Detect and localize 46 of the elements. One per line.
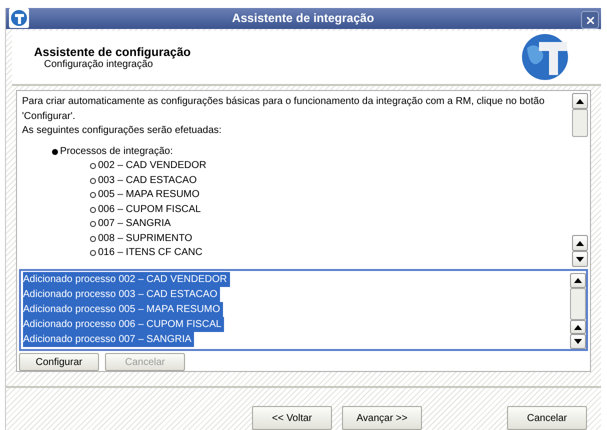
panel-button[interactable]: Configurar [19, 353, 99, 371]
process-item: 006 – CUPOM FISCAL [98, 202, 201, 216]
window-title: Assistente de integração [230, 11, 376, 26]
process-item: 008 – SUPRIMENTO [98, 232, 192, 246]
process-item: 002 – CAD VENDEDOR [98, 159, 206, 173]
nav-button[interactable]: << Voltar [252, 406, 332, 430]
circle-bullet-icon [90, 206, 96, 213]
scroll-up-icon [576, 98, 584, 104]
close-button[interactable] [581, 11, 599, 29]
circle-bullet-icon [90, 178, 96, 184]
circle-bullet-icon [90, 236, 96, 242]
scroll-down-icon [574, 339, 582, 344]
process-item: 003 – CAD ESTACAO [98, 174, 197, 188]
scroll-up-button[interactable] [570, 273, 586, 288]
process-item: 007 – SANGRIA [98, 217, 171, 231]
process-item: 005 – MAPA RESUMO [98, 188, 200, 202]
app-logo-icon [9, 8, 29, 28]
bullet-icon [52, 148, 58, 155]
log-list[interactable]: Adicionado processo 002 – CAD VENDEDOR Adicionado processo 003 – CAD ESTACAO Adicionado processo 005 – MAPA RESUMO Adicionado processo 006 – CUPOM FISCAL Adicionado processo 007 – SANGRIA [19, 269, 588, 351]
scrollbar[interactable] [572, 93, 588, 267]
header-subtitle: Configuração integração [43, 58, 154, 70]
close-icon [586, 16, 594, 24]
scroll-up-icon [576, 240, 584, 246]
scroll-down-button[interactable] [570, 334, 586, 350]
header-title: Assistente de configuração [34, 44, 191, 59]
circle-bullet-icon [90, 221, 96, 228]
scroll-thumb[interactable] [570, 288, 586, 320]
scroll-up-icon [574, 278, 582, 283]
list-heading: Processos de integração: [60, 144, 173, 158]
scroll-up-icon [574, 324, 582, 330]
info-text: Para criar automaticamente as configurações básicas para o funcionamento da integração com a RM, clique no botão 'Configurar'. [22, 95, 546, 124]
scroll-up-button[interactable] [572, 235, 588, 251]
scroll-up-button[interactable] [570, 320, 586, 334]
nav-button[interactable]: Avançar >> [342, 406, 422, 430]
nav-button[interactable]: Cancelar [507, 406, 587, 430]
scroll-thumb[interactable] [572, 109, 588, 137]
scrollbar[interactable] [570, 273, 586, 349]
globe-logo-icon [519, 34, 571, 80]
info-text: As seguintes configurações serão efetuadas: [22, 124, 223, 138]
circle-bullet-icon [90, 163, 96, 170]
circle-bullet-icon [90, 250, 96, 256]
circle-bullet-icon [90, 192, 96, 198]
scroll-down-icon [576, 256, 584, 262]
scroll-up-button[interactable] [572, 93, 588, 109]
process-item: 016 – ITENS CF CANC [98, 246, 202, 260]
scroll-down-button[interactable] [572, 251, 588, 267]
